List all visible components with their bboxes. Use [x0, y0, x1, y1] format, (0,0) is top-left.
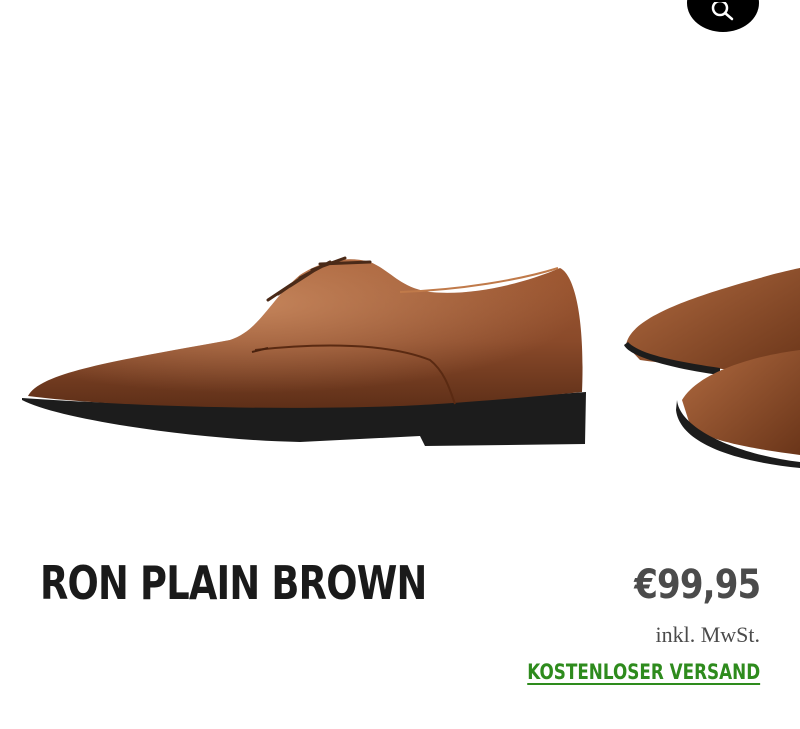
product-price: €99,95: [633, 562, 761, 608]
product-image: [22, 256, 800, 468]
shoe-pair-partial: [624, 268, 800, 468]
product-page: RON PLAIN BROWN €99,95 inkl. MwSt. KOSTE…: [0, 0, 800, 729]
search-icon: [711, 2, 734, 21]
product-title: RON PLAIN BROWN: [40, 556, 427, 610]
product-image-gallery[interactable]: [0, 0, 800, 520]
shoe-main: [22, 256, 586, 446]
free-shipping-link[interactable]: KOSTENLOSER VERSAND: [527, 660, 760, 684]
tax-note: inkl. MwSt.: [655, 622, 760, 647]
